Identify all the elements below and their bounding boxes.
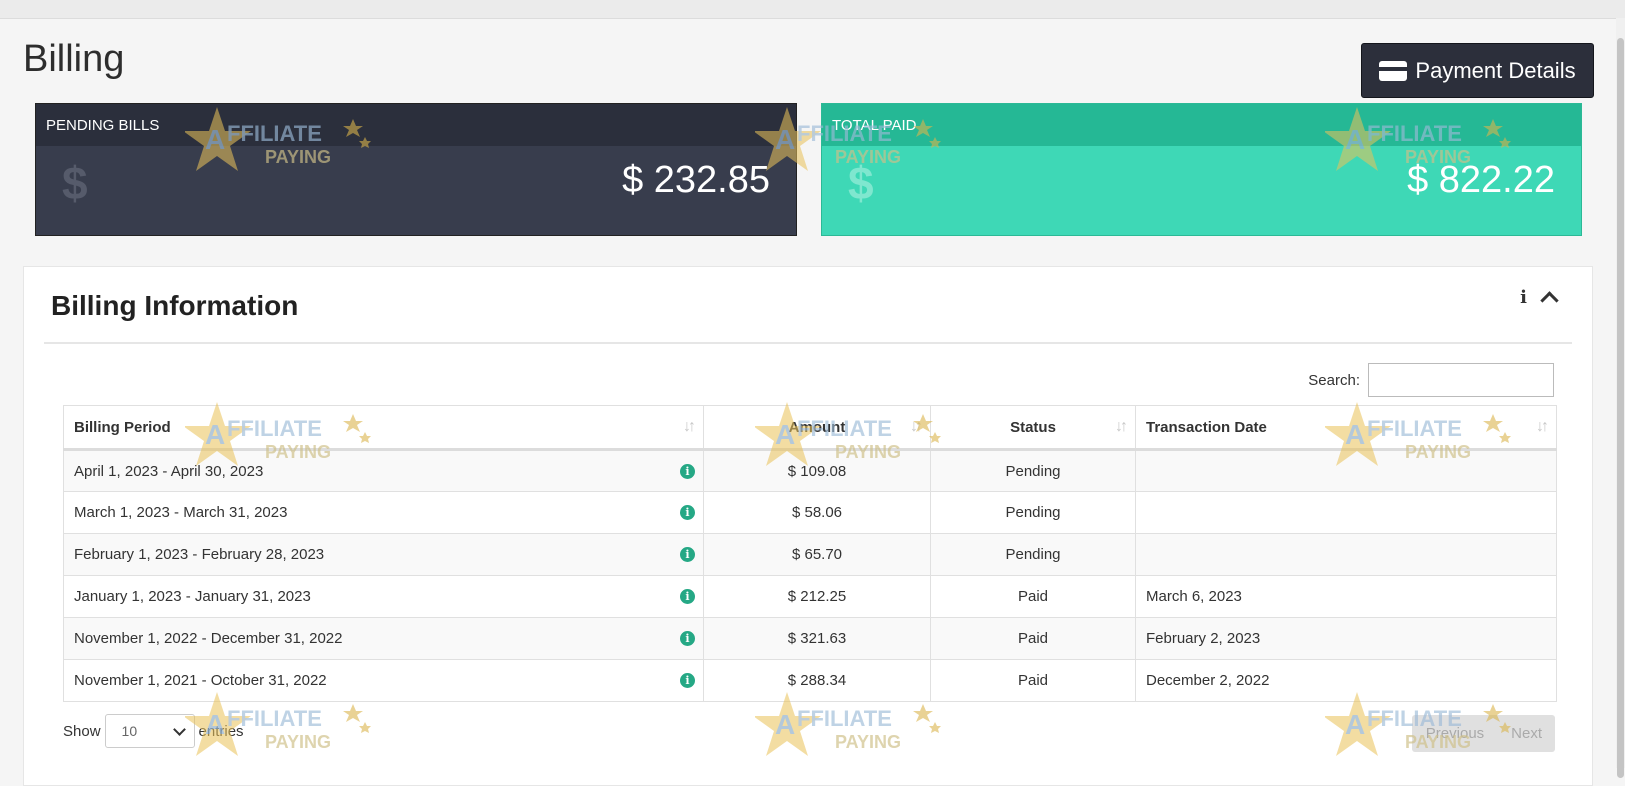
amount-cell: $ 65.70 xyxy=(703,533,931,576)
show-label: Show xyxy=(63,722,101,740)
panel-title: Billing Information xyxy=(51,290,299,321)
billing-table: Billing Period ↓↑ Amount ↓↑ Status ↓↑ Trans… xyxy=(63,405,1557,702)
info-icon[interactable]: i xyxy=(1520,287,1527,308)
table-row: January 1, 2023 - January 31, 2023 i $ 21… xyxy=(63,575,1557,618)
sort-icon: ↓↑ xyxy=(683,418,696,435)
column-label: Amount xyxy=(788,418,846,436)
table-row: April 1, 2023 - April 30, 2023 i $ 109.08… xyxy=(63,449,1557,492)
info-circle-icon[interactable]: i xyxy=(680,464,695,479)
credit-card-icon xyxy=(1379,60,1408,81)
table-row: February 1, 2023 - February 28, 2023 i $ … xyxy=(63,533,1557,576)
next-page-button[interactable]: Next xyxy=(1498,715,1555,752)
chevron-up-icon[interactable] xyxy=(1540,291,1559,310)
status-cell: Paid xyxy=(930,575,1136,618)
entries-value: 10 xyxy=(121,723,138,739)
billing-period-cell: January 1, 2023 - January 31, 2023 i xyxy=(63,575,704,618)
column-header-billing-period[interactable]: Billing Period ↓↑ xyxy=(63,405,704,451)
sort-icon: ↓↑ xyxy=(1536,418,1549,435)
table-search: Search: xyxy=(1308,363,1554,397)
page-title: Billing xyxy=(23,38,125,80)
search-input[interactable] xyxy=(1368,363,1554,397)
status-cell: Paid xyxy=(930,659,1136,702)
column-header-transaction-date[interactable]: Transaction Date ↓↑ xyxy=(1135,405,1557,451)
billing-period: March 1, 2023 - March 31, 2023 xyxy=(74,504,288,521)
billing-period-cell: November 1, 2021 - October 31, 2022 i xyxy=(63,659,704,702)
panel-tools: i xyxy=(1520,287,1559,310)
amount-cell: $ 58.06 xyxy=(703,491,931,534)
info-circle-icon[interactable]: i xyxy=(680,547,695,562)
transaction-date-cell: December 2, 2022 xyxy=(1135,659,1557,702)
total-paid-label: TOTAL PAID xyxy=(832,117,917,134)
billing-period-cell: April 1, 2023 - April 30, 2023 i xyxy=(63,449,704,492)
column-label: Status xyxy=(1010,418,1056,436)
billing-period: April 1, 2023 - April 30, 2023 xyxy=(74,462,264,480)
entries-label: entries xyxy=(198,722,244,740)
entries-select[interactable]: 10 xyxy=(104,714,195,748)
pending-bills-amount: $ 232.85 xyxy=(622,159,770,201)
status-cell: Pending xyxy=(930,533,1136,576)
info-circle-icon[interactable]: i xyxy=(680,631,695,646)
chevron-down-icon xyxy=(172,722,186,736)
amount-cell: $ 109.08 xyxy=(703,449,931,492)
sort-icon: ↓↑ xyxy=(1115,418,1128,435)
billing-period: February 1, 2023 - February 28, 2023 xyxy=(74,546,325,563)
total-paid-amount: $ 822.22 xyxy=(1407,159,1555,201)
amount-cell: $ 288.34 xyxy=(703,659,931,702)
search-label: Search: xyxy=(1308,371,1360,389)
transaction-date-cell xyxy=(1135,533,1557,576)
transaction-date-cell xyxy=(1135,449,1557,492)
column-label: Transaction Date xyxy=(1146,418,1267,436)
browser-top-strip xyxy=(0,0,1625,19)
status-cell: Pending xyxy=(930,449,1136,492)
billing-period-cell: November 1, 2022 - December 31, 2022 i xyxy=(63,617,704,660)
column-label: Billing Period xyxy=(74,418,171,436)
scrollbar-thumb[interactable] xyxy=(1617,38,1624,778)
billing-period: November 1, 2021 - October 31, 2022 xyxy=(74,672,327,689)
table-header-row: Billing Period ↓↑ Amount ↓↑ Status ↓↑ Trans… xyxy=(63,405,1557,451)
transaction-date-cell: March 6, 2023 xyxy=(1135,575,1557,618)
pagination: Previous Next xyxy=(1411,715,1555,752)
total-paid-header xyxy=(822,104,1581,146)
previous-page-button[interactable]: Previous xyxy=(1411,715,1499,752)
table-row: November 1, 2022 - December 31, 2022 i $ … xyxy=(63,617,1557,660)
status-cell: Pending xyxy=(930,491,1136,534)
transaction-date-cell xyxy=(1135,491,1557,534)
amount-cell: $ 321.63 xyxy=(703,617,931,660)
payment-details-button[interactable]: Payment Details xyxy=(1361,43,1594,98)
billing-period: January 1, 2023 - January 31, 2023 xyxy=(74,588,311,605)
total-paid-card: TOTAL PAID $ $ 822.22 xyxy=(821,103,1582,236)
column-header-status[interactable]: Status ↓↑ xyxy=(930,405,1136,451)
entries-length-control: Show 10 entries xyxy=(63,714,244,748)
dollar-icon: $ xyxy=(848,157,874,209)
billing-period-cell: March 1, 2023 - March 31, 2023 i xyxy=(63,491,704,534)
billing-period-cell: February 1, 2023 - February 28, 2023 i xyxy=(63,533,704,576)
table-row: March 1, 2023 - March 31, 2023 i $ 58.06 … xyxy=(63,491,1557,534)
column-header-amount[interactable]: Amount ↓↑ xyxy=(703,405,931,451)
pending-bills-card: PENDING BILLS $ $ 232.85 xyxy=(35,103,797,236)
info-circle-icon[interactable]: i xyxy=(680,505,695,520)
status-cell: Paid xyxy=(930,617,1136,660)
billing-information-panel: Billing Information i Search: Billing Pe… xyxy=(23,266,1593,786)
info-circle-icon[interactable]: i xyxy=(680,673,695,688)
sort-icon: ↓↑ xyxy=(910,418,923,435)
billing-period: November 1, 2022 - December 31, 2022 xyxy=(74,630,343,647)
transaction-date-cell: February 2, 2023 xyxy=(1135,617,1557,660)
payment-details-label: Payment Details xyxy=(1415,57,1576,83)
amount-cell: $ 212.25 xyxy=(703,575,931,618)
panel-divider xyxy=(44,342,1572,344)
page-scrollbar[interactable] xyxy=(1616,18,1625,778)
table-row: November 1, 2021 - October 31, 2022 i $ 2… xyxy=(63,659,1557,702)
dollar-icon: $ xyxy=(62,157,88,209)
info-circle-icon[interactable]: i xyxy=(680,589,695,604)
pending-bills-label: PENDING BILLS xyxy=(46,117,160,134)
